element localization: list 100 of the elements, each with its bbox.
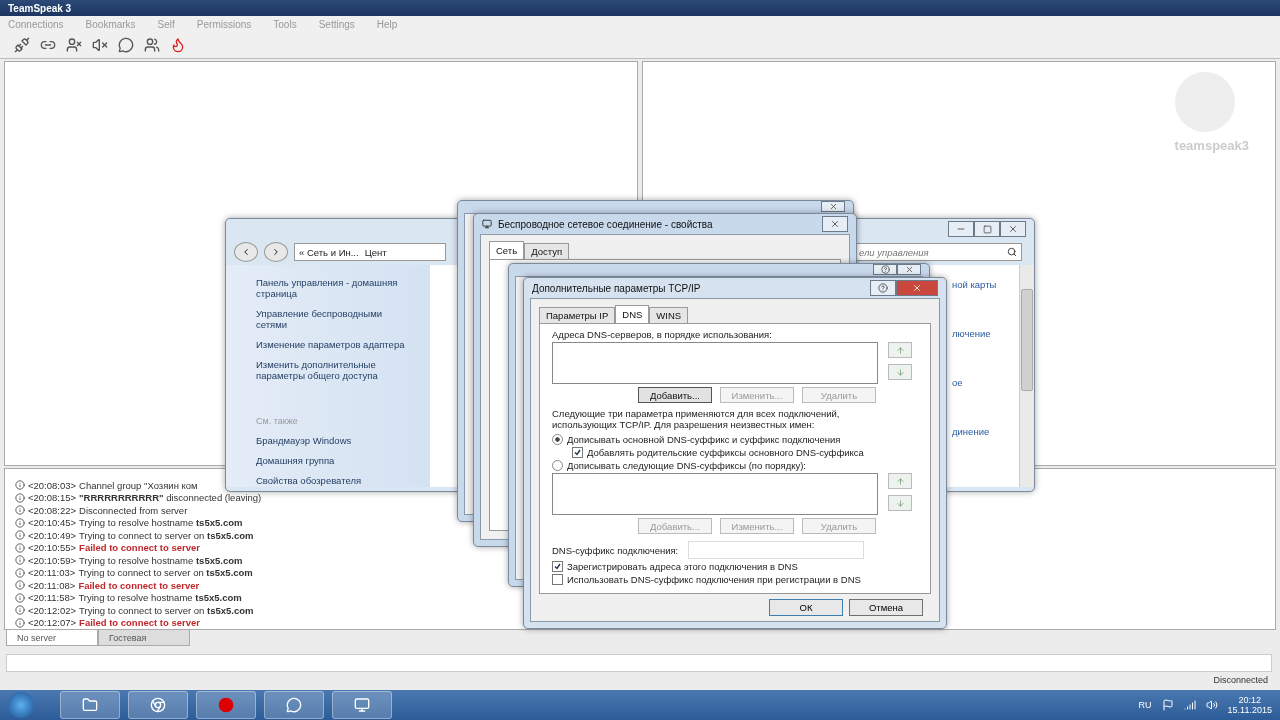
flame-icon[interactable] bbox=[170, 37, 186, 53]
minimize-button[interactable] bbox=[948, 221, 974, 237]
checkbox[interactable] bbox=[552, 561, 563, 572]
close-icon bbox=[912, 283, 922, 293]
option-label: Дописывать следующие DNS-суффиксы (по порядку): bbox=[567, 460, 806, 471]
field-label: DNS-суффикс подключения: bbox=[552, 544, 679, 556]
log-time: <20:10:45> bbox=[28, 517, 77, 529]
taskbar-button[interactable] bbox=[332, 691, 392, 719]
dialog-tab[interactable]: WINS bbox=[649, 307, 689, 323]
volume-icon[interactable] bbox=[1205, 699, 1218, 711]
log-message: Channel group "Хозяин ком bbox=[79, 479, 198, 491]
log-message: Trying to resolve hostname ts5x5.com bbox=[79, 517, 243, 529]
info-icon bbox=[15, 555, 25, 566]
error-message: Failed to connect to server bbox=[79, 617, 200, 629]
field-label: Адреса DNS-серверов, в порядке использования: bbox=[552, 329, 773, 340]
dns-server-list[interactable] bbox=[552, 342, 878, 384]
chat-icon[interactable] bbox=[118, 37, 134, 53]
language-indicator[interactable]: RU bbox=[1138, 700, 1152, 710]
close-icon bbox=[828, 202, 838, 211]
back-button[interactable] bbox=[234, 242, 258, 262]
taskbar-button[interactable] bbox=[196, 691, 256, 719]
info-icon bbox=[15, 492, 25, 503]
log-time: <20:10:49> bbox=[28, 529, 77, 541]
chat-input[interactable] bbox=[6, 654, 1272, 672]
back-icon bbox=[241, 247, 251, 257]
disconnect-icon[interactable] bbox=[14, 37, 30, 53]
radio-button[interactable] bbox=[552, 434, 563, 445]
log-time: <20:10:55> bbox=[28, 542, 77, 554]
info-icon bbox=[15, 542, 25, 553]
dialog-tab[interactable]: DNS bbox=[615, 305, 650, 323]
forward-icon bbox=[271, 247, 281, 257]
close-button[interactable] bbox=[821, 201, 845, 212]
info-icon bbox=[15, 530, 25, 541]
dialog-button[interactable]: Отмена bbox=[849, 599, 923, 616]
log-time: <20:08:22> bbox=[28, 504, 77, 516]
flag-icon[interactable] bbox=[1161, 699, 1174, 711]
see-also-label: См. также bbox=[256, 416, 299, 426]
address-bar[interactable]: « Сеть и Ин... Цент bbox=[294, 243, 446, 261]
window-title: Дополнительные параметры TCP/IP bbox=[532, 282, 701, 294]
log-time: <20:11:58> bbox=[28, 592, 76, 604]
sidebar-link[interactable]: Брандмауэр Windows bbox=[256, 435, 410, 446]
arrow-down-icon bbox=[895, 498, 905, 508]
option-label: Добавлять родительские суффиксы основного DNS-суффикса bbox=[587, 447, 864, 458]
content-link[interactable]: лючение bbox=[952, 328, 1019, 339]
network-icon bbox=[482, 219, 492, 229]
server-tab[interactable]: Гостевая bbox=[98, 630, 190, 646]
radio-button[interactable] bbox=[552, 460, 563, 471]
search-field[interactable]: ели управления bbox=[854, 243, 1022, 261]
server-tab[interactable]: No server bbox=[6, 630, 98, 646]
users-icon[interactable] bbox=[144, 37, 160, 53]
help-icon bbox=[878, 283, 888, 293]
sidebar-link[interactable]: Изменить дополнительные параметры общего доступа bbox=[256, 359, 410, 381]
log-time: <20:12:07> bbox=[28, 617, 77, 629]
close-icon bbox=[830, 219, 840, 229]
content-link[interactable]: динение bbox=[952, 426, 1019, 437]
sidebar-link[interactable]: Домашняя группа bbox=[256, 455, 410, 466]
close-button[interactable] bbox=[1000, 221, 1026, 237]
help-button[interactable] bbox=[873, 264, 897, 275]
maximize-icon bbox=[982, 224, 992, 234]
search-icon bbox=[1007, 247, 1017, 257]
record-icon bbox=[218, 697, 234, 713]
taskbar-button[interactable] bbox=[60, 691, 120, 719]
error-message: Failed to connect to server bbox=[78, 579, 200, 591]
help-button[interactable] bbox=[870, 280, 896, 296]
taskbar-button[interactable] bbox=[264, 691, 324, 719]
maximize-button[interactable] bbox=[974, 221, 1000, 237]
taskbar-button[interactable] bbox=[128, 691, 188, 719]
dialog-button[interactable]: ОК bbox=[769, 599, 843, 616]
clock-time: 20:12 bbox=[1238, 695, 1262, 705]
error-message: Failed to connect to server bbox=[79, 542, 200, 554]
suffix-input[interactable] bbox=[688, 541, 865, 559]
info-icon bbox=[15, 505, 25, 516]
log-message: Disconnected from server bbox=[79, 504, 188, 516]
dialog-tab[interactable]: Параметры IP bbox=[539, 307, 616, 323]
start-button[interactable] bbox=[8, 692, 34, 718]
log-time: <20:08:15> bbox=[28, 492, 77, 504]
option-label: Использовать DNS-суффикс подключения при регистрации в DNS bbox=[567, 574, 861, 585]
option-label: Зарегистрировать адреса этого подключения в DNS bbox=[567, 561, 798, 572]
sidebar-link[interactable]: Панель управления - домашняя страница bbox=[256, 277, 410, 299]
sidebar-link[interactable]: Управление беспроводными сетями bbox=[256, 308, 410, 330]
mute-icon[interactable] bbox=[92, 37, 108, 53]
dialog-button[interactable]: Добавить... bbox=[638, 387, 712, 403]
log-time: <20:11:08> bbox=[28, 579, 76, 591]
forward-button[interactable] bbox=[264, 242, 288, 262]
content-link[interactable]: ной карты bbox=[952, 279, 1019, 290]
sidebar-link[interactable]: Изменение параметров адаптера bbox=[256, 339, 410, 350]
close-button[interactable] bbox=[897, 264, 921, 275]
sidebar-link[interactable]: Свойства обозревателя bbox=[256, 475, 410, 486]
log-message: Trying to resolve hostname ts5x5.com bbox=[79, 554, 243, 566]
close-button[interactable] bbox=[822, 216, 848, 232]
help-icon bbox=[880, 265, 890, 274]
scrollbar[interactable] bbox=[1019, 265, 1034, 487]
dialog-tab[interactable]: Доступ bbox=[524, 243, 570, 259]
user-remove-icon[interactable] bbox=[66, 37, 82, 53]
checkbox[interactable] bbox=[552, 574, 563, 585]
dialog-tab[interactable]: Сеть bbox=[489, 241, 525, 259]
content-link[interactable]: ое bbox=[952, 377, 1019, 388]
checkbox[interactable] bbox=[572, 447, 583, 458]
suffix-list[interactable] bbox=[552, 473, 878, 515]
info-icon bbox=[15, 617, 25, 628]
